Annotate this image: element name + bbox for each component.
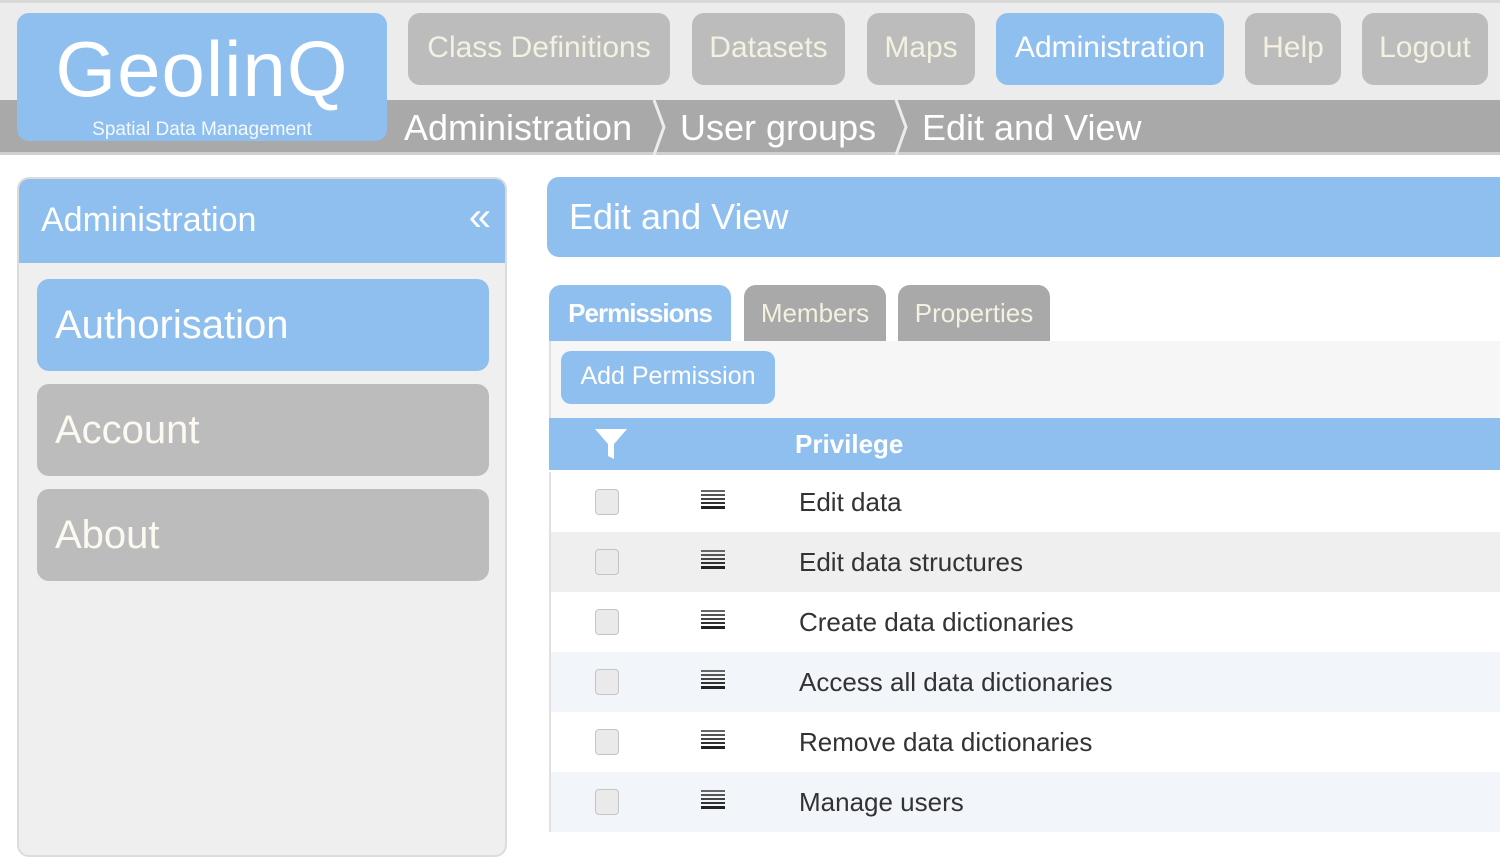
- sidebar-header: Administration «: [19, 179, 505, 263]
- details-list-icon[interactable]: [701, 729, 725, 751]
- tab-permissions[interactable]: Permissions: [549, 285, 731, 341]
- nav-help[interactable]: Help: [1245, 13, 1341, 85]
- add-permission-button[interactable]: Add Permission: [561, 351, 775, 404]
- column-header-privilege[interactable]: Privilege: [795, 418, 903, 470]
- privilege-label: Remove data dictionaries: [799, 727, 1093, 757]
- row-checkbox[interactable]: [595, 609, 619, 635]
- row-checkbox[interactable]: [595, 489, 619, 515]
- privilege-label: Access all data dictionaries: [799, 667, 1113, 697]
- table-row[interactable]: Edit data structures: [549, 532, 1500, 592]
- logo[interactable]: GeolinQ Spatial Data Management: [17, 13, 387, 141]
- nav-datasets[interactable]: Datasets: [692, 13, 845, 85]
- grid-header: Privilege: [549, 418, 1500, 470]
- breadcrumb-current: Edit and View: [922, 107, 1142, 148]
- logo-tagline: Spatial Data Management: [92, 119, 312, 140]
- details-list-icon[interactable]: [701, 789, 725, 811]
- tab-members[interactable]: Members: [744, 285, 886, 341]
- privilege-label: Manage users: [799, 787, 964, 817]
- table-row[interactable]: Manage users: [549, 772, 1500, 832]
- privilege-label: Edit data structures: [799, 547, 1023, 577]
- details-list-icon[interactable]: [701, 549, 725, 571]
- breadcrumb-item[interactable]: User groups: [680, 100, 876, 155]
- row-checkbox[interactable]: [595, 789, 619, 815]
- privilege-label: Create data dictionaries: [799, 607, 1074, 637]
- privilege-label: Edit data: [799, 487, 902, 517]
- sidebar-item-authorisation[interactable]: Authorisation: [37, 279, 489, 371]
- tab-properties[interactable]: Properties: [898, 285, 1050, 341]
- panel-title: Edit and View: [547, 177, 1500, 257]
- nav-maps[interactable]: Maps: [867, 13, 975, 85]
- nav-logout[interactable]: Logout: [1362, 13, 1488, 85]
- breadcrumb-item[interactable]: Administration: [404, 100, 632, 155]
- nav-administration[interactable]: Administration: [996, 13, 1224, 85]
- nav-class-definitions[interactable]: Class Definitions: [408, 13, 670, 85]
- row-checkbox[interactable]: [595, 669, 619, 695]
- filter-icon[interactable]: [593, 426, 629, 462]
- table-row[interactable]: Create data dictionaries: [549, 592, 1500, 652]
- table-row[interactable]: Remove data dictionaries: [549, 712, 1500, 772]
- row-checkbox[interactable]: [595, 729, 619, 755]
- sidebar-item-account[interactable]: Account: [37, 384, 489, 476]
- row-checkbox[interactable]: [595, 549, 619, 575]
- sidebar: Administration « Authorisation Account A…: [17, 177, 507, 857]
- details-list-icon[interactable]: [701, 609, 725, 631]
- double-chevron-left-icon[interactable]: «: [469, 195, 491, 240]
- sidebar-item-about[interactable]: About: [37, 489, 489, 581]
- details-list-icon[interactable]: [701, 489, 725, 511]
- details-list-icon[interactable]: [701, 669, 725, 691]
- breadcrumb-separator-icon: [894, 100, 908, 155]
- sidebar-title: Administration: [41, 201, 257, 239]
- table-row[interactable]: Edit data: [549, 472, 1500, 532]
- logo-name: GeolinQ: [55, 25, 349, 113]
- table-row[interactable]: Access all data dictionaries: [549, 652, 1500, 712]
- breadcrumb-separator-icon: [652, 100, 666, 155]
